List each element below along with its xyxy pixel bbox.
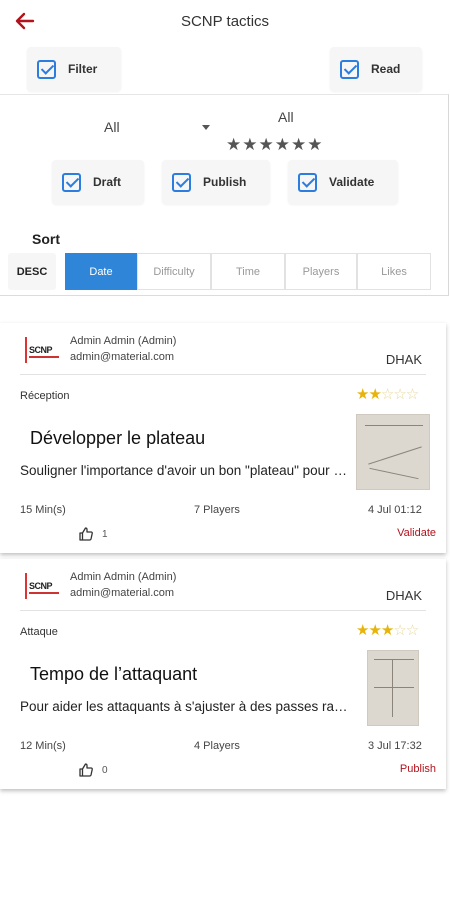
tactic-players: 7 Players: [194, 504, 240, 516]
thumbs-up-icon[interactable]: [78, 762, 94, 778]
club-logo: SCNP: [24, 337, 64, 365]
app-bar: SCNP tactics: [0, 0, 450, 44]
like-count: 1: [102, 529, 108, 540]
tactic-description: Souligner l'importance d'avoir un bon "p…: [20, 463, 350, 478]
rating-stars: ★★★☆☆: [356, 621, 419, 639]
club-logo: SCNP: [24, 573, 64, 601]
validate-checkbox[interactable]: Validate: [288, 160, 398, 204]
author-name: Admin Admin (Admin): [70, 571, 177, 583]
tactic-players: 4 Players: [194, 740, 240, 752]
tactic-duration: 12 Min(s): [20, 740, 66, 752]
tactic-description: Pour aider les attaquants à s'ajuster à …: [20, 699, 350, 714]
sort-tab-date[interactable]: Date: [65, 253, 137, 290]
publish-checkbox[interactable]: Publish: [162, 160, 270, 204]
club-code: DHAK: [385, 352, 422, 367]
stars-filter-label: All: [278, 109, 294, 125]
category-select-value: All: [104, 119, 120, 135]
tactic-thumbnail[interactable]: [367, 650, 419, 726]
filter-toggle-label: Filter: [68, 62, 98, 76]
rating-filled: ★★★: [356, 622, 394, 639]
sort-tab-players[interactable]: Players: [285, 253, 357, 290]
status-badge[interactable]: Validate: [397, 527, 436, 539]
tactic-thumbnail[interactable]: [356, 414, 430, 490]
sort-tab-time[interactable]: Time: [211, 253, 285, 290]
dropdown-caret-icon: [202, 125, 210, 130]
divider: [20, 374, 426, 375]
rating-stars: ★★☆☆☆: [356, 385, 419, 403]
filter-toggle[interactable]: Filter: [27, 47, 121, 91]
thumbs-up-icon[interactable]: [78, 526, 94, 542]
rating-empty: ☆☆: [393, 622, 419, 639]
tactic-card[interactable]: SCNP Admin Admin (Admin) admin@material.…: [0, 323, 446, 553]
tactic-duration: 15 Min(s): [20, 504, 66, 516]
tactic-date: 4 Jul 01:12: [368, 504, 422, 516]
sort-tab-likes[interactable]: Likes: [357, 253, 431, 290]
checkbox-checked-icon: [37, 59, 56, 79]
author-email: admin@material.com: [70, 351, 175, 363]
author-email: admin@material.com: [70, 587, 175, 599]
author-info: Admin Admin (Admin) admin@material.com: [70, 569, 176, 601]
tactic-category: Attaque: [20, 626, 58, 638]
page-title: SCNP tactics: [180, 13, 270, 30]
validate-label: Validate: [329, 175, 375, 189]
stars-filter[interactable]: ★★★★★★: [226, 135, 323, 155]
tactic-title: Tempo de l’attaquant: [30, 664, 198, 684]
divider: [20, 610, 426, 611]
tactic-category: Réception: [20, 390, 70, 402]
sort-label: Sort: [32, 231, 60, 247]
author-name: Admin Admin (Admin): [70, 335, 177, 347]
tactic-date: 3 Jul 17:32: [368, 740, 422, 752]
sort-order-button[interactable]: DESC: [8, 253, 56, 290]
publish-label: Publish: [203, 175, 247, 189]
club-code: DHAK: [385, 588, 422, 603]
status-badge[interactable]: Publish: [400, 763, 436, 775]
sort-tab-difficulty[interactable]: Difficulty: [137, 253, 211, 290]
read-toggle[interactable]: Read: [330, 47, 422, 91]
rating-empty: ☆☆☆: [380, 386, 419, 403]
tactic-title: Développer le plateau: [30, 428, 206, 448]
draft-checkbox[interactable]: Draft: [52, 160, 144, 204]
filter-panel: All All ★★★★★★ Draft Publish Validate So…: [0, 94, 449, 296]
like-count: 0: [102, 765, 108, 776]
read-toggle-label: Read: [371, 62, 401, 76]
tactic-card[interactable]: SCNP Admin Admin (Admin) admin@material.…: [0, 559, 446, 789]
checkbox-checked-icon: [62, 172, 81, 192]
category-select[interactable]: All: [104, 119, 214, 139]
checkbox-checked-icon: [172, 172, 191, 192]
draft-label: Draft: [93, 175, 122, 189]
checkbox-checked-icon: [298, 172, 317, 192]
checkbox-checked-icon: [340, 59, 359, 79]
author-info: Admin Admin (Admin) admin@material.com: [70, 333, 176, 365]
rating-filled: ★★: [356, 386, 382, 403]
